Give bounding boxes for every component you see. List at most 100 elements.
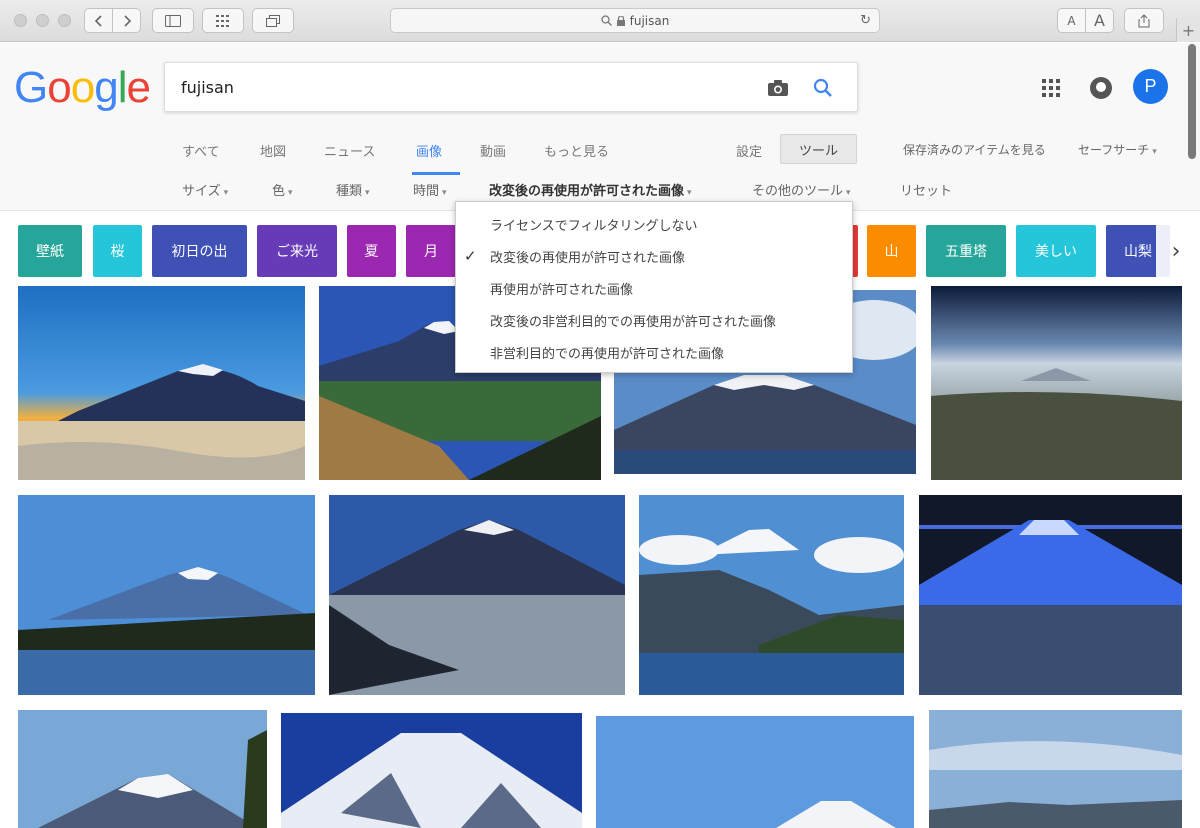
logo-letter: o — [47, 63, 72, 112]
chip-label: 山 — [884, 244, 899, 260]
forward-button[interactable] — [112, 8, 141, 33]
tab-images[interactable]: 画像 — [416, 141, 442, 160]
saved-items-link[interactable]: 保存済みのアイテムを見る — [903, 141, 1046, 158]
share-button[interactable] — [1124, 8, 1164, 33]
fuji-photo — [596, 716, 914, 828]
option-label: 改変後の非営利目的での再使用が許可された画像 — [490, 314, 777, 330]
chip[interactable]: 月 — [406, 225, 456, 277]
reload-icon[interactable]: ↻ — [860, 13, 871, 28]
filter-type[interactable]: 種類 ▾ — [336, 180, 370, 199]
chip-label: ご来光 — [276, 244, 318, 260]
license-dropdown-menu: ライセンスでフィルタリングしない ✓ 改変後の再使用が許可された画像 再使用が許… — [455, 201, 853, 373]
tabs-overview-button[interactable] — [252, 8, 294, 33]
image-result[interactable] — [18, 286, 305, 480]
filter-label: 色 — [272, 184, 286, 199]
camera-icon[interactable] — [767, 79, 789, 97]
fuji-photo — [18, 710, 267, 828]
image-result[interactable] — [919, 495, 1182, 695]
account-avatar[interactable]: P — [1133, 69, 1168, 104]
filter-color[interactable]: 色 ▾ — [272, 180, 293, 199]
active-tab-indicator — [412, 172, 460, 175]
page-scrollbar[interactable] — [1188, 44, 1196, 159]
image-result[interactable] — [18, 495, 315, 695]
chip[interactable]: 桜 — [93, 225, 142, 277]
address-text: fujisan — [629, 13, 670, 28]
tab-videos[interactable]: 動画 — [480, 141, 506, 160]
chevron-right-icon — [123, 14, 131, 27]
top-sites-button[interactable] — [202, 8, 244, 33]
chevron-down-icon: ▾ — [223, 188, 229, 198]
zoom-window-button[interactable] — [58, 14, 71, 27]
image-result[interactable] — [596, 716, 914, 828]
address-bar[interactable]: fujisan ↻ — [390, 8, 880, 33]
license-option[interactable]: 改変後の非営利目的での再使用が許可された画像 — [456, 304, 852, 336]
filter-label: 改変後の再使用が許可された画像 — [489, 184, 685, 199]
larger-text-button[interactable]: A — [1085, 8, 1114, 33]
image-result[interactable] — [931, 286, 1182, 480]
tools-button[interactable]: ツール — [780, 134, 857, 164]
filter-time[interactable]: 時間 ▾ — [413, 180, 447, 199]
sidebar-button[interactable] — [152, 8, 194, 33]
filter-size[interactable]: サイズ ▾ — [182, 180, 228, 199]
reset-link[interactable]: リセット — [900, 180, 952, 199]
chip[interactable]: 美しい — [1016, 225, 1096, 277]
chip[interactable]: 初日の出 — [152, 225, 247, 277]
filter-license[interactable]: 改変後の再使用が許可された画像 ▾ — [489, 180, 692, 199]
chip[interactable]: ご来光 — [257, 225, 337, 277]
notifications-icon[interactable] — [1090, 77, 1112, 99]
back-button[interactable] — [84, 8, 113, 33]
option-label: 再使用が許可された画像 — [490, 282, 634, 298]
google-logo[interactable]: Google — [14, 63, 151, 113]
tab-news[interactable]: ニュース — [324, 141, 375, 160]
image-result[interactable] — [929, 710, 1182, 828]
license-option[interactable]: 非営利目的での再使用が許可された画像 — [456, 336, 852, 368]
chip[interactable]: 山 — [867, 225, 916, 277]
fuji-photo — [919, 495, 1182, 695]
chip-label: 月 — [424, 244, 438, 260]
search-icon[interactable] — [813, 78, 833, 98]
chevron-right-icon: › — [1171, 238, 1181, 264]
safesearch-menu[interactable]: セーフサーチ ▾ — [1078, 141, 1157, 158]
grid-icon — [216, 14, 229, 27]
settings-link[interactable]: 設定 — [736, 141, 762, 160]
chip[interactable]: 五重塔 — [926, 225, 1006, 277]
chevron-down-icon: ▾ — [687, 188, 692, 198]
search-box[interactable]: fujisan — [164, 62, 858, 112]
option-label: ライセンスでフィルタリングしない — [490, 218, 698, 234]
license-option-selected[interactable]: ✓ 改変後の再使用が許可された画像 — [456, 240, 852, 272]
safesearch-label: セーフサーチ — [1078, 143, 1150, 157]
tab-more[interactable]: もっと見る — [544, 141, 609, 160]
image-result[interactable] — [329, 495, 625, 695]
chevron-down-icon: ▾ — [442, 188, 447, 198]
filter-more-tools[interactable]: その他のツール ▾ — [752, 180, 851, 199]
larger-text-label: A — [1094, 11, 1105, 30]
logo-letter: e — [126, 63, 151, 112]
apps-grid-icon[interactable] — [1042, 79, 1060, 97]
share-icon — [1138, 13, 1150, 27]
chips-next-button[interactable]: › — [1156, 225, 1196, 277]
chip[interactable]: 壁紙 — [18, 225, 82, 277]
license-option[interactable]: ライセンスでフィルタリングしない — [456, 208, 852, 240]
license-option[interactable]: 再使用が許可された画像 — [456, 272, 852, 304]
search-input[interactable]: fujisan — [181, 78, 234, 97]
image-result[interactable] — [639, 495, 904, 695]
smaller-text-button[interactable]: A — [1057, 8, 1086, 33]
fuji-photo — [931, 286, 1182, 480]
chip[interactable]: 夏 — [347, 225, 396, 277]
avatar-initial: P — [1144, 76, 1157, 96]
new-tab-button[interactable]: + — [1176, 18, 1200, 42]
logo-letter: o — [70, 63, 96, 112]
tab-maps[interactable]: 地図 — [260, 141, 286, 160]
image-result[interactable] — [18, 710, 267, 828]
chip-label: 桜 — [110, 244, 125, 260]
minimize-window-button[interactable] — [36, 14, 49, 27]
close-window-button[interactable] — [14, 14, 27, 27]
option-label: 改変後の再使用が許可された画像 — [490, 250, 686, 266]
chip-label: 夏 — [364, 244, 379, 260]
fuji-photo — [18, 286, 305, 480]
filter-label: その他のツール — [752, 184, 844, 199]
logo-letter: g — [94, 63, 119, 112]
fuji-photo — [929, 710, 1182, 828]
image-result[interactable] — [281, 713, 582, 828]
tab-all[interactable]: すべて — [182, 141, 220, 160]
